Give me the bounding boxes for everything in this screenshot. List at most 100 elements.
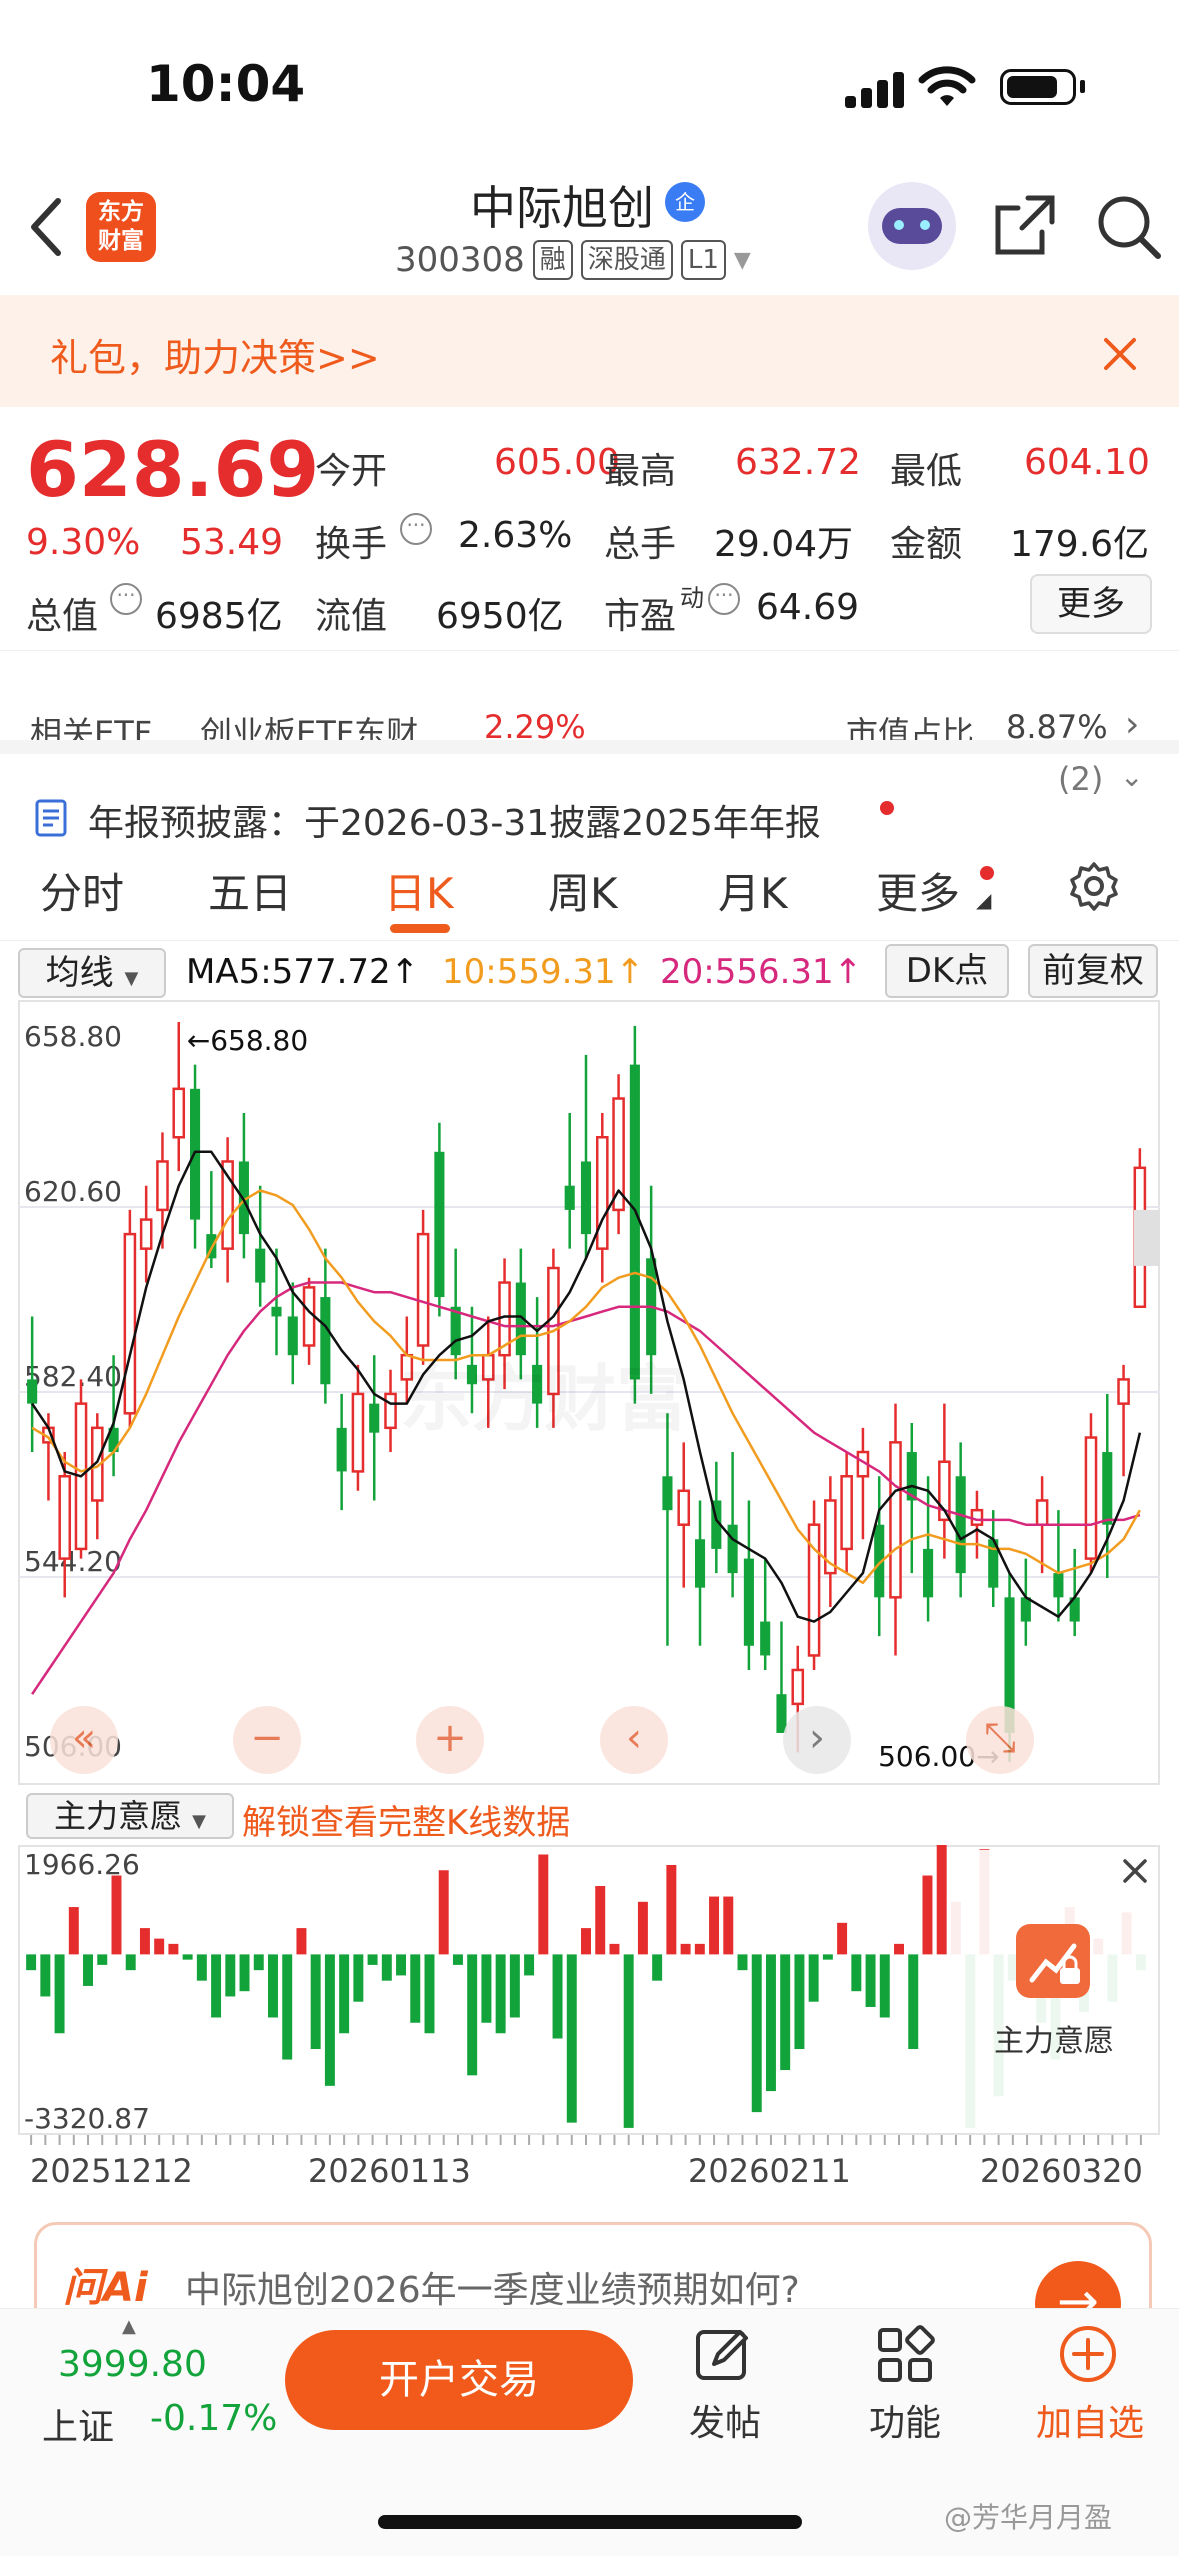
candle-body [27,1379,38,1404]
high-value: 632.72 [735,442,861,483]
zoom-out-button[interactable]: − [233,1706,301,1774]
y-tick-label: 582.40 [24,1360,122,1393]
indicator-bar [609,1943,620,1955]
candle-body [629,1064,640,1380]
ma-select[interactable]: 均线 ▼ [18,948,166,998]
open-account-trade-button[interactable]: 开户交易 [285,2330,633,2430]
indicator-bar [367,1954,378,1965]
index-change[interactable]: -0.17% [150,2398,277,2439]
nav-post[interactable]: 发帖 [680,2394,770,2446]
indicator-bar [139,1928,150,1955]
indicator-bar [353,1954,364,2002]
indicator-bar [68,1907,79,1955]
post-edit-icon[interactable] [692,2324,754,2386]
float-label: 流值 [315,596,388,637]
nav-add-watchlist[interactable]: 加自选 [1030,2394,1150,2446]
turnover-value: 2.63% [458,515,573,556]
settings-gear-icon[interactable] [1068,860,1120,912]
back-icon[interactable] [26,195,66,259]
enterprise-badge: 企 [665,182,705,222]
candle-body [156,1160,169,1212]
disclosure-count: (2) [1058,760,1104,798]
low-value: 604.10 [1024,442,1150,483]
tab-weekly-k[interactable]: 周K [548,860,618,921]
stock-name[interactable]: 中际旭创 [470,172,654,238]
indicator-select[interactable]: 主力意愿 ▼ [26,1793,234,1839]
search-icon[interactable] [1094,192,1164,262]
x-label: 20251212 [30,2152,193,2190]
close-icon[interactable] [1120,1856,1150,1886]
candle-body [302,1286,316,1347]
main-intent-lock-icon[interactable] [1016,1924,1090,1998]
add-watchlist-icon[interactable] [1056,2322,1120,2386]
indicator-bar [282,1954,293,2060]
home-indicator [378,2515,802,2529]
tab-more[interactable]: 更多 [876,860,960,921]
info-icon[interactable]: ··· [708,583,740,615]
app-logo: 东方 财富 [86,192,156,262]
scroll-left-button[interactable]: ‹ [600,1706,668,1774]
dk-point-button[interactable]: DK点 [885,944,1009,998]
robot-avatar-icon[interactable] [868,182,956,270]
candle-body [970,1508,984,1526]
more-button[interactable]: 更多 [1030,574,1152,634]
price-adjust-button[interactable]: 前复权 [1028,944,1158,998]
indicator-bar [538,1854,549,1955]
features-grid-icon[interactable] [874,2324,936,2386]
x-axis-ticks [30,2135,1142,2145]
indicator-top-value: 1966.26 [24,1848,140,1881]
amount-value: 179.6亿 [1010,524,1150,565]
tab-daily-k[interactable]: 日K [384,860,454,921]
indicator-bar [680,1943,691,1955]
indicator-bar [196,1954,207,1981]
y-tick-label: 658.80 [24,1020,122,1053]
scroll-left-fast-button[interactable]: « [50,1706,118,1774]
tab-monthly-k[interactable]: 月K [718,860,788,921]
indicator-bar [822,1954,833,1960]
candle-body [384,1392,397,1430]
index-name[interactable]: 上证 [42,2398,114,2450]
indicator-bar [751,1954,762,2113]
candle-body [760,1621,771,1656]
change-percent: 9.30% [26,522,141,563]
indicator-bar [111,1875,122,1955]
promo-text[interactable]: 礼包，助力决策>> [50,327,380,382]
indicator-bottom-value: -3320.87 [24,2102,150,2135]
tab-five-day[interactable]: 五日 [208,860,292,921]
fullscreen-button[interactable]: ⤡ [966,1706,1034,1774]
candle-body [172,1087,186,1139]
candle-body [1084,1436,1098,1560]
chart-watermark: 东方财富 [400,1340,688,1445]
unlock-link[interactable]: 解锁查看完整K线数据 [242,1795,570,1844]
candle-body [1053,1573,1064,1598]
tab-intraday[interactable]: 分时 [40,860,124,921]
price-scale-marker [1134,1209,1160,1266]
candle-body [694,1539,706,1588]
indicator-bar [566,1954,577,2123]
x-label: 20260113 [308,2152,471,2190]
pe-value: 64.69 [756,587,860,628]
indicator-bar [737,1954,748,1971]
max-price-label: ←658.80 [187,1024,308,1057]
connect-tag: 深股通 [580,240,673,280]
zoom-in-button[interactable]: + [416,1706,484,1774]
scroll-right-button[interactable]: › [783,1706,851,1774]
candle-body [580,1161,592,1235]
indicator-bar [808,1954,819,2002]
indicator-bar [509,1954,520,2018]
indicator-bar [709,1896,720,1955]
ma20-readout: 20:556.31↑ [660,952,863,992]
disclosure-text: 年报预披露：于2026-03-31披露2025年年报 [88,803,821,844]
info-icon[interactable]: ··· [400,513,432,545]
open-label: 今开 [315,451,388,492]
close-icon[interactable] [1100,334,1140,374]
info-icon[interactable]: ··· [110,583,142,615]
share-icon[interactable] [992,192,1058,258]
nav-features[interactable]: 功能 [860,2394,950,2446]
indicator-bar [865,1954,876,2007]
candle-body [677,1489,691,1526]
lock-label: 主力意愿 [994,2024,1114,2059]
disclosure-row[interactable]: 年报预披露：于2026-03-31披露2025年年报 (2) ⌄ [0,760,1179,844]
index-value[interactable]: 3999.80 [58,2344,207,2385]
amount-label: 金额 [890,524,963,565]
